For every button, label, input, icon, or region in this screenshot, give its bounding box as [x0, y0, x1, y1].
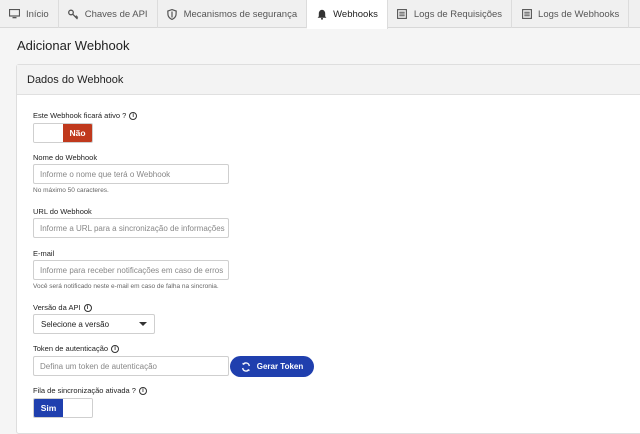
- generate-token-label: Gerar Token: [256, 362, 304, 371]
- api-version-label: Versão da API i: [33, 303, 92, 312]
- auth-token-input[interactable]: Defina um token de autenticação: [33, 356, 229, 376]
- api-version-label-text: Versão da API: [33, 303, 81, 312]
- queue-label-text: Fila de sincronização ativada ?: [33, 386, 136, 395]
- shield-icon: [167, 8, 178, 20]
- tab-label: Logs de Requisições: [413, 8, 503, 20]
- tab-label: Webhooks: [333, 9, 378, 20]
- tab-logs-de-requisicoes[interactable]: Logs de Requisições: [388, 0, 513, 28]
- info-icon[interactable]: i: [129, 111, 138, 120]
- webhook-name-input[interactable]: Informe o nome que terá o Webhook: [33, 164, 229, 184]
- key-icon: [67, 9, 79, 20]
- email-input[interactable]: Informe para receber notificações em cas…: [33, 260, 229, 280]
- toggle-no-value: Não: [63, 124, 92, 142]
- email-help-text: Você será notificado neste e-mail em cas…: [33, 283, 219, 290]
- tab-webhooks[interactable]: Webhooks: [307, 0, 388, 29]
- info-icon[interactable]: i: [83, 303, 92, 312]
- tab-mecanismos-de-seguranca[interactable]: Mecanismos de segurança: [158, 0, 308, 28]
- monitor-icon: [9, 9, 20, 20]
- log-icon: [521, 9, 532, 20]
- token-label-text: Token de autenticação: [33, 344, 109, 353]
- tab-chaves-de-api[interactable]: Chaves de API: [59, 0, 158, 28]
- name-label: Nome do Webhook: [33, 153, 98, 162]
- log-icon: [397, 9, 408, 20]
- token-label: Token de autenticação i: [33, 344, 120, 353]
- tab-label: Chaves de API: [84, 8, 148, 20]
- tab-label: Logs de Webhooks: [538, 8, 620, 20]
- api-version-select[interactable]: Selecione a versão: [33, 314, 155, 334]
- tab-inicio[interactable]: Início: [0, 0, 59, 28]
- bell-icon: [316, 9, 327, 20]
- active-toggle[interactable]: Não: [33, 123, 93, 143]
- info-icon[interactable]: i: [111, 344, 120, 353]
- queue-toggle[interactable]: Sim: [33, 398, 93, 418]
- refresh-icon: [241, 361, 251, 372]
- api-version-selected: Selecione a versão: [41, 319, 110, 329]
- top-tabs: Início Chaves de API Mecanismos de segur…: [0, 0, 640, 29]
- tab-logs-de-webhooks[interactable]: Logs de Webhooks: [512, 0, 630, 28]
- info-icon[interactable]: i: [138, 386, 147, 395]
- tab-label: Início: [26, 8, 49, 20]
- email-label: E-mail: [33, 249, 55, 258]
- webhook-url-input[interactable]: Informe a URL para a sincronização de in…: [33, 218, 229, 238]
- page-title: Adicionar Webhook: [17, 38, 130, 53]
- active-label-text: Este Webhook ficará ativo ?: [33, 111, 127, 120]
- queue-label: Fila de sincronização ativada ? i: [33, 386, 147, 395]
- toggle-on-knob: [63, 399, 92, 417]
- caret-down-icon: [139, 322, 147, 326]
- card-header: Dados do Webhook: [17, 65, 640, 95]
- toggle-off-knob: [34, 124, 63, 142]
- tab-label: Mecanismos de segurança: [183, 8, 298, 20]
- url-label: URL do Webhook: [33, 207, 92, 216]
- webhook-form-card: Dados do Webhook Este Webhook ficará ati…: [16, 64, 640, 434]
- toggle-yes-value: Sim: [34, 399, 63, 417]
- generate-token-button[interactable]: Gerar Token: [230, 356, 314, 377]
- name-help-text: No máximo 50 caracteres.: [33, 187, 109, 194]
- active-label: Este Webhook ficará ativo ? i: [33, 111, 138, 120]
